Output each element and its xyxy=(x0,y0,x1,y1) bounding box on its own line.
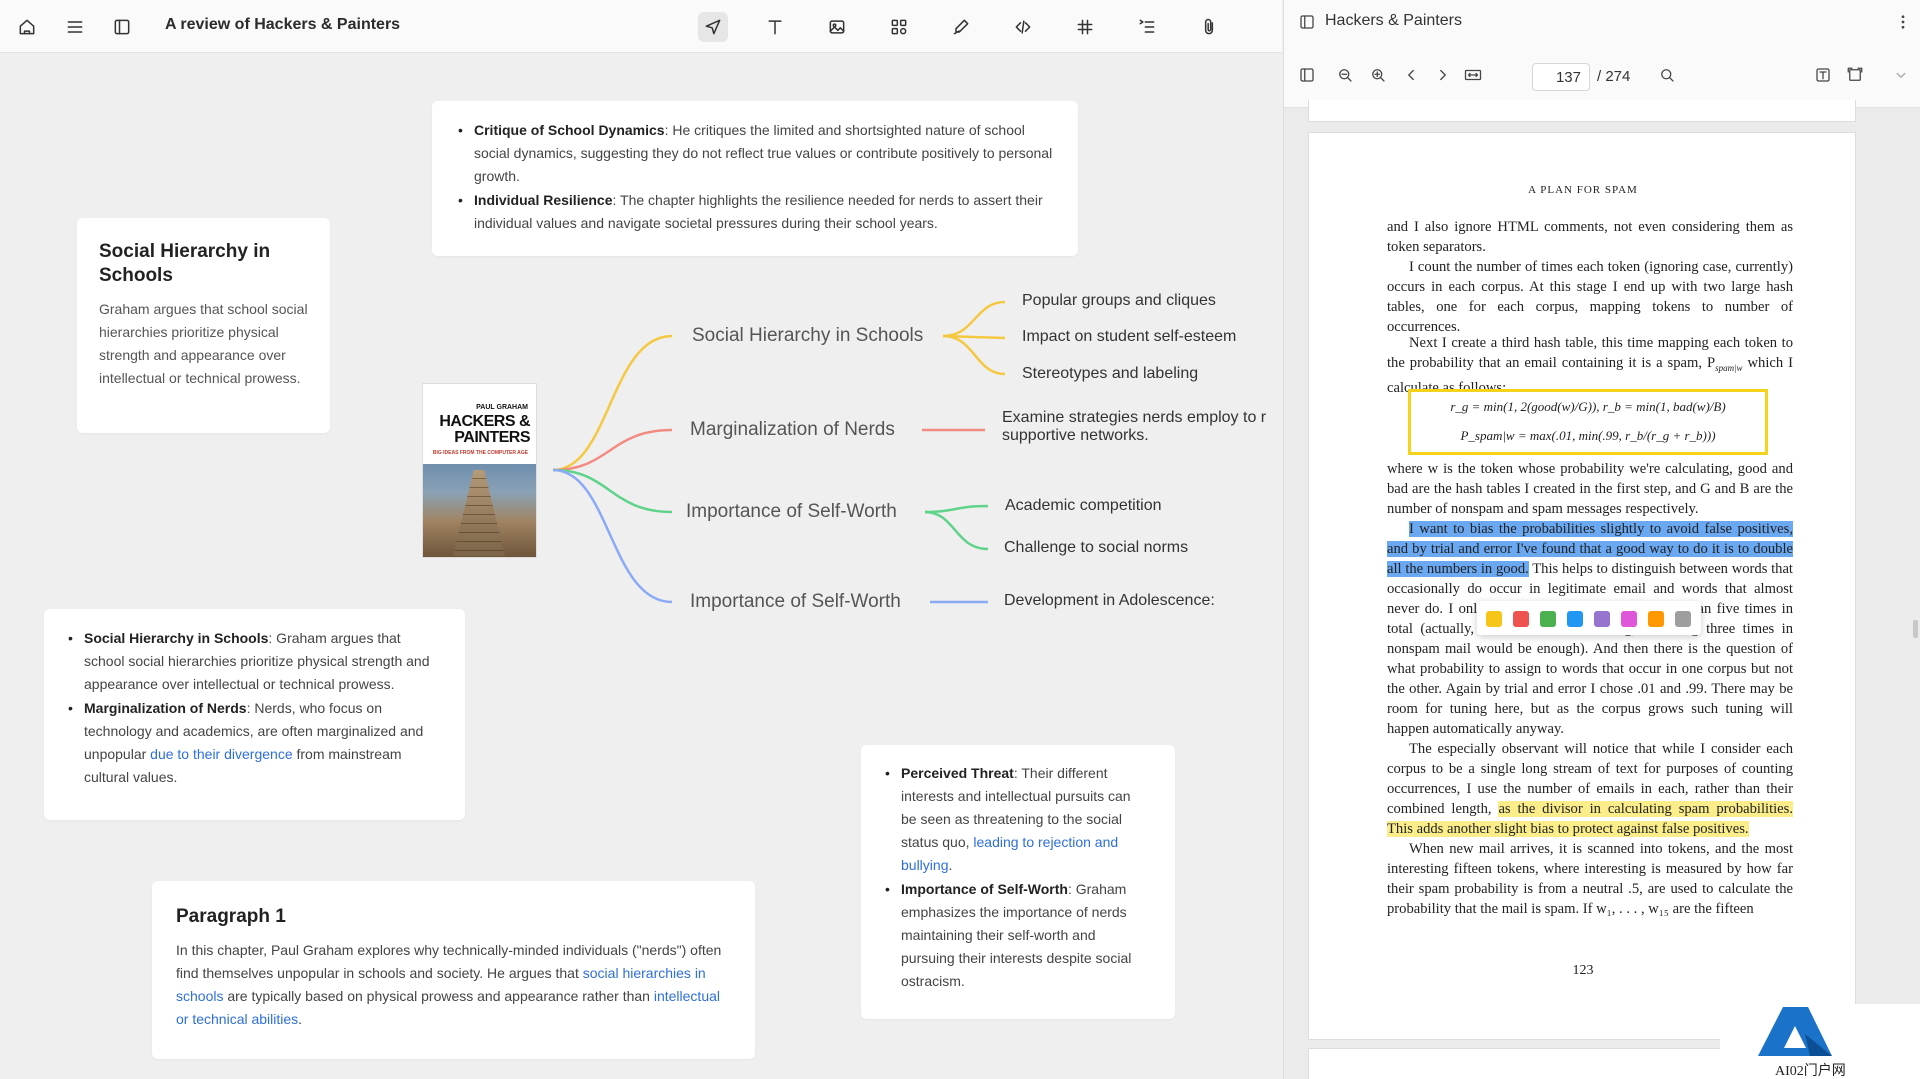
note-card-paragraph[interactable]: Paragraph 1 In this chapter, Paul Graham… xyxy=(152,881,755,1059)
chevron-down-icon[interactable] xyxy=(1890,64,1912,86)
page-total: / 274 xyxy=(1597,68,1631,85)
highlighted-formula[interactable]: r_g = min(1, 2(good(w)/G)), r_b = min(1,… xyxy=(1408,389,1768,455)
list-item: Marginalization of Nerds: Nerds, who foc… xyxy=(66,697,435,789)
more-options-icon[interactable] xyxy=(1892,11,1914,33)
mindmap-canvas[interactable]: A review of Hackers & Painters • Critiqu… xyxy=(0,0,1282,1079)
swatch-orange[interactable] xyxy=(1648,611,1664,627)
svg-text:AI02门户网: AI02门户网 xyxy=(1775,1062,1846,1079)
branch-node-social-hierarchy[interactable]: Social Hierarchy in Schools xyxy=(692,325,923,347)
pdf-viewer-pane: Hackers & Painters 137 / 274 A PLAN FOR … xyxy=(1283,0,1920,1079)
leaf-self-esteem[interactable]: Impact on student self-esteem xyxy=(1022,328,1236,346)
branch-node-self-worth-2[interactable]: Importance of Self-Worth xyxy=(690,591,901,613)
pdf-paragraph: When new mail arrives, it is scanned int… xyxy=(1387,841,1793,917)
swatch-purple[interactable] xyxy=(1594,611,1610,627)
zoom-out-icon[interactable] xyxy=(1334,64,1356,86)
watermark-logo: AI02门户网 xyxy=(1720,1004,1920,1079)
branch-node-marginalization[interactable]: Marginalization of Nerds xyxy=(690,419,895,441)
formula-line: P_spam|w = max(.01, min(.99, r_b/(r_g + … xyxy=(1460,428,1716,443)
leaf-stereotypes[interactable]: Stereotypes and labeling xyxy=(1022,365,1198,383)
note-card-summary[interactable]: Social Hierarchy in Schools: Graham argu… xyxy=(44,609,465,820)
leaf-line xyxy=(924,504,989,514)
swatch-gray[interactable] xyxy=(1675,611,1691,627)
tower-of-babel-art xyxy=(423,464,536,557)
previous-page-icon[interactable] xyxy=(1400,64,1422,86)
branch-node-self-worth[interactable]: Importance of Self-Worth xyxy=(686,501,897,523)
text-select-icon[interactable] xyxy=(1812,64,1834,86)
inline-link[interactable]: due to their divergence xyxy=(150,746,292,762)
area-select-icon[interactable] xyxy=(1844,64,1866,86)
book-title: HACKERS & PAINTERS xyxy=(439,413,530,446)
book-cover-image[interactable]: PAUL GRAHAM HACKERS & PAINTERS BIG IDEAS … xyxy=(422,383,537,558)
branch-line-adolescence xyxy=(552,468,673,604)
pdf-viewer-header: Hackers & Painters xyxy=(1284,0,1920,44)
leaf-development[interactable]: Development in Adolescence: xyxy=(1004,592,1215,610)
swatch-blue[interactable] xyxy=(1567,611,1583,627)
book-subtitle: BIG IDEAS FROM THE COMPUTER AGE xyxy=(432,450,528,456)
fit-width-icon[interactable] xyxy=(1460,64,1486,86)
formula-line: r_g = min(1, 2(good(w)/G)), r_b = min(1,… xyxy=(1450,399,1726,414)
next-page-icon[interactable] xyxy=(1432,64,1454,86)
pdf-page-number: 123 xyxy=(1572,963,1594,978)
leaf-popular-groups[interactable]: Popular groups and cliques xyxy=(1022,292,1216,310)
leaf-social-norms[interactable]: Challenge to social norms xyxy=(1004,539,1188,557)
pdf-paragraph: where w is the token whose probability w… xyxy=(1387,461,1793,517)
swatch-magenta[interactable] xyxy=(1621,611,1637,627)
leaf-line xyxy=(924,510,989,551)
pdf-paragraph: and I also ignore HTML comments, not eve… xyxy=(1387,219,1793,255)
pdf-paragraph: I count the number of times each token (… xyxy=(1387,259,1793,335)
card-title: Paragraph 1 xyxy=(176,906,286,927)
leaf-line xyxy=(942,300,1006,338)
swatch-green[interactable] xyxy=(1540,611,1556,627)
pdf-title: Hackers & Painters xyxy=(1325,12,1462,29)
list-item: Social Hierarchy in Schools: Graham argu… xyxy=(66,627,435,696)
list-item: Importance of Self-Worth: Graham emphasi… xyxy=(883,878,1145,993)
scrollbar-handle[interactable] xyxy=(1913,620,1918,638)
zoom-in-icon[interactable] xyxy=(1367,64,1389,86)
running-head: A PLAN FOR SPAM xyxy=(1528,184,1638,196)
swatch-red[interactable] xyxy=(1513,611,1529,627)
panel-icon[interactable] xyxy=(1296,11,1318,33)
pdf-page[interactable]: A PLAN FOR SPAM and I also ignore HTML c… xyxy=(1308,132,1856,1040)
pdf-previous-page xyxy=(1308,100,1856,122)
search-icon[interactable] xyxy=(1656,64,1678,86)
list-item: Perceived Threat: Their different intere… xyxy=(883,762,1145,877)
swatch-yellow[interactable] xyxy=(1486,611,1502,627)
leaf-strategies[interactable]: Examine strategies nerds employ to r supp… xyxy=(1002,409,1266,445)
leaf-line xyxy=(942,334,1006,376)
leaf-academic-competition[interactable]: Academic competition xyxy=(1005,497,1162,515)
pdf-paragraph: The especially observant will notice tha… xyxy=(1387,741,1793,837)
note-card-perceived-threat[interactable]: Perceived Threat: Their different intere… xyxy=(861,745,1175,1019)
thumbnail-sidebar-icon[interactable] xyxy=(1296,64,1318,86)
book-author: PAUL GRAHAM xyxy=(476,404,528,411)
page-number-input[interactable] xyxy=(1532,63,1590,91)
highlight-color-picker xyxy=(1477,601,1701,635)
card-body: In this chapter, Paul Graham explores wh… xyxy=(176,942,722,1027)
